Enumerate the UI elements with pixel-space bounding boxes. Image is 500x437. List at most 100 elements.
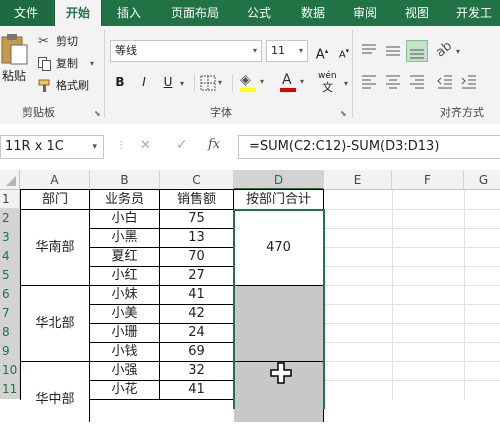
dept-total-cell-north[interactable] [234,286,324,362]
row-header-7[interactable]: 7 [0,304,20,323]
tab-view[interactable]: 视图 [394,0,440,26]
row-header-11[interactable]: 11 [0,380,20,399]
underline-button[interactable]: U [158,72,178,92]
font-launcher-icon[interactable]: ⬊ [340,106,347,122]
drag-handle-icon[interactable]: ⋮ [116,140,126,151]
row-header-4[interactable]: 4 [0,247,20,266]
dept-total-cell-south[interactable]: 470 [234,210,324,286]
decrease-indent-button[interactable] [436,72,456,92]
bold-button[interactable]: B [110,72,130,92]
font-color-swatch [280,88,296,92]
align-left-button[interactable] [360,72,380,92]
underline-dropdown-icon[interactable]: ▾ [180,76,184,92]
phonetic-button[interactable]: wén 文 [318,68,342,94]
seller-cell[interactable]: 小强 [90,362,160,381]
ribbon: 粘贴 ✂ 剪切 复制 ▾ 格式刷 剪贴板 ⬊ 等线 ▾ 11 ▾ A▴ A▾ B… [0,26,500,125]
bold-icon: B [115,75,125,89]
sales-cell[interactable]: 70 [160,248,234,267]
paste-icon [1,34,28,65]
column-header-a[interactable]: A [20,170,90,190]
header-cell-seller[interactable]: 业务员 [90,190,160,210]
row-header-9[interactable]: 9 [0,342,20,361]
tab-page-layout[interactable]: 页面布局 [160,0,230,26]
sales-cell[interactable]: 32 [160,362,234,381]
italic-button[interactable]: I [134,72,154,92]
formula-input[interactable]: =SUM(C2:C12)-SUM(D3:D13) [238,135,500,159]
sales-cell[interactable]: 41 [160,286,234,305]
header-cell-dept-total[interactable]: 按部门合计 [234,190,324,210]
sales-cell[interactable]: 41 [160,381,234,400]
seller-cell[interactable]: 小红 [90,267,160,286]
fill-color-button[interactable]: ◈ ▾ [240,72,272,94]
row-header-1[interactable]: 1 [0,190,20,209]
paste-button[interactable]: 粘贴 [0,30,30,90]
dept-cell-south[interactable]: 华南部 [21,210,90,286]
column-header-c[interactable]: C [160,170,234,190]
select-all-corner[interactable] [0,170,20,190]
increase-indent-button[interactable] [460,72,480,92]
row-header-5[interactable]: 5 [0,266,20,285]
tab-developer[interactable]: 开发工 [448,0,500,26]
sales-cell[interactable]: 75 [160,210,234,229]
align-middle-button[interactable] [384,42,404,62]
align-top-button[interactable] [360,42,380,62]
row-header-3[interactable]: 3 [0,228,20,247]
seller-cell[interactable]: 小黑 [90,229,160,248]
tab-insert[interactable]: 插入 [104,0,154,26]
tab-file[interactable]: 文件 [0,0,52,26]
row-header-6[interactable]: 6 [0,285,20,304]
seller-cell[interactable]: 小白 [90,210,160,229]
dept-cell-north[interactable]: 华北部 [21,286,90,362]
grow-font-button[interactable]: A▴ [312,41,332,62]
align-center-button[interactable] [384,72,404,92]
seller-cell[interactable]: 小美 [90,305,160,324]
seller-cell[interactable]: 小妹 [90,286,160,305]
enter-icon[interactable]: ✓ [176,137,188,153]
font-size-select[interactable]: 11 ▾ [266,40,308,62]
gridline [324,266,500,267]
shrink-font-button[interactable]: A▾ [334,41,354,61]
font-name-select[interactable]: 等线 ▾ [110,40,262,62]
sales-cell[interactable]: 42 [160,305,234,324]
tab-home[interactable]: 开始 [54,0,102,26]
italic-icon: I [142,75,146,89]
align-right-button[interactable] [408,72,428,92]
align-bottom-button[interactable] [406,40,428,62]
seller-cell[interactable]: 小钱 [90,343,160,362]
orientation-button[interactable]: ab ▾ [433,39,464,62]
row-header-10[interactable]: 10 [0,361,20,380]
dept-cell-central[interactable]: 华中部 [21,362,90,422]
header-cell-dept[interactable]: 部门 [21,190,90,210]
tab-review[interactable]: 审阅 [342,0,388,26]
column-header-d[interactable]: D [234,170,324,190]
insert-function-icon[interactable]: fx [208,137,220,152]
sales-cell[interactable]: 13 [160,229,234,248]
column-header-b[interactable]: B [90,170,160,190]
cut-button[interactable]: ✂ 剪切 [38,34,94,50]
seller-cell[interactable]: 小珊 [90,324,160,343]
tab-formulas[interactable]: 公式 [236,0,282,26]
font-color-button[interactable]: A ▾ [280,72,310,94]
tab-data[interactable]: 数据 [288,0,338,26]
sales-cell[interactable]: 24 [160,324,234,343]
clipboard-launcher-icon[interactable]: ⬊ [94,106,101,122]
row-header-8[interactable]: 8 [0,323,20,342]
seller-cell[interactable]: 小花 [90,381,160,400]
align-right-icon [410,75,424,89]
borders-button[interactable]: ▾ [200,73,226,93]
phonetic-dropdown-icon[interactable]: ▾ [344,76,348,92]
column-header-g[interactable]: G [464,170,500,190]
seller-cell[interactable]: 夏红 [90,248,160,267]
copy-dropdown-icon[interactable]: ▾ [90,56,94,72]
row-header-2[interactable]: 2 [0,209,20,228]
cancel-icon[interactable]: ✕ [140,138,151,153]
column-header-e[interactable]: E [324,170,392,190]
sales-cell[interactable]: 69 [160,343,234,362]
header-cell-sales[interactable]: 销售额 [160,190,234,210]
copy-button[interactable]: 复制 ▾ [38,56,98,72]
name-box[interactable]: 11R x 1C ▾ [0,135,104,159]
format-painter-button[interactable]: 格式刷 [38,78,98,94]
column-header-f[interactable]: F [392,170,464,190]
ribbon-tabs: 文件 开始 插入 页面布局 公式 数据 审阅 视图 开发工 [0,0,500,26]
sales-cell[interactable]: 27 [160,267,234,286]
